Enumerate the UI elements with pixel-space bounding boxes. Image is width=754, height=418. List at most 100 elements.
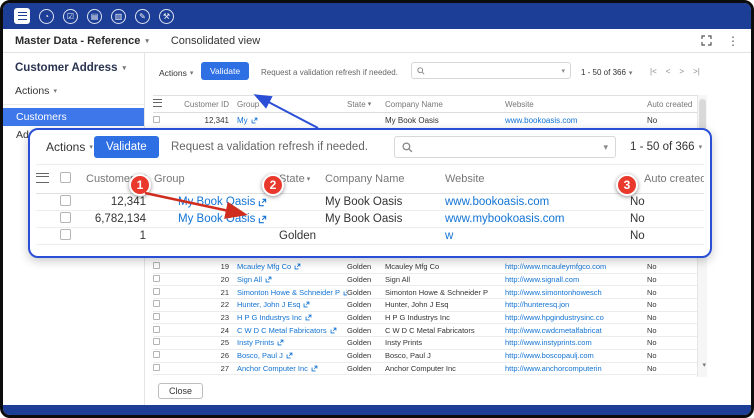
col-website[interactable]: Website <box>445 173 600 185</box>
col-group[interactable]: Group <box>237 100 347 109</box>
tab-consolidated-view[interactable]: Consolidated view <box>171 35 260 47</box>
row-checkbox[interactable] <box>153 262 160 269</box>
tasks-icon[interactable]: ☑ <box>63 9 78 24</box>
external-link-icon[interactable] <box>303 301 310 308</box>
group-link[interactable]: Sign All <box>237 275 262 284</box>
group-link[interactable]: Simonton Howe & Schneider P <box>237 288 340 297</box>
external-link-icon[interactable] <box>311 365 318 372</box>
col-website[interactable]: Website <box>505 100 647 109</box>
group-link[interactable]: H P G Industrys Inc <box>237 313 302 322</box>
sidebar-title[interactable]: Customer Address ▾ <box>3 53 144 74</box>
external-link-icon[interactable] <box>258 198 267 207</box>
table-row[interactable]: 19Mcauley Mfg CoGoldenMcauley Mfg Cohttp… <box>153 261 698 274</box>
row-checkbox[interactable] <box>153 364 160 371</box>
external-link-icon[interactable] <box>305 314 312 321</box>
pager-first-button[interactable]: |< <box>650 67 657 76</box>
external-link-icon[interactable] <box>286 352 293 359</box>
clock-icon[interactable]: ◔ <box>39 9 54 24</box>
row-checkbox[interactable] <box>153 313 160 320</box>
col-state[interactable]: State▾ <box>347 100 385 109</box>
table-row[interactable]: 26Bosco, Paul JGoldenBosco, Paul Jhttp:/… <box>153 350 698 363</box>
select-all-checkbox[interactable] <box>60 172 71 183</box>
group-link[interactable]: My <box>237 116 248 125</box>
group-link[interactable]: Anchor Computer Inc <box>237 364 308 373</box>
external-link-icon[interactable] <box>265 276 272 283</box>
search-input[interactable] <box>419 141 597 153</box>
table-row[interactable]: 24C W D C Metal FabricatorsGoldenC W D C… <box>153 324 698 337</box>
table-row[interactable]: 12,341My Book OasisMy Book Oasiswww.book… <box>36 194 704 211</box>
website-link[interactable]: http://www.anchorcomputerin <box>505 364 602 373</box>
row-checkbox[interactable] <box>153 300 160 307</box>
col-state[interactable]: State▾ <box>279 173 325 185</box>
column-settings-icon[interactable] <box>36 173 49 183</box>
pager-last-button[interactable]: >| <box>693 67 700 76</box>
pen-icon[interactable]: ✎ <box>135 9 150 24</box>
website-link[interactable]: www.mybookoasis.com <box>445 213 565 225</box>
website-link[interactable]: http://www.mcauleymfgco.com <box>505 262 606 271</box>
col-company-name[interactable]: Company Name <box>325 173 445 185</box>
website-link[interactable]: www.bookoasis.com <box>505 116 577 125</box>
website-link[interactable]: http://www.simontonhowesch <box>505 288 602 297</box>
website-link[interactable]: www.bookoasis.com <box>445 196 549 208</box>
library-icon[interactable]: ▥ <box>111 9 126 24</box>
search-options-chevron-icon[interactable]: ▾ <box>603 142 608 153</box>
row-checkbox[interactable] <box>153 351 160 358</box>
website-link[interactable]: http://www.instyprints.com <box>505 338 592 347</box>
row-checkbox[interactable] <box>153 338 160 345</box>
search-options-chevron-icon[interactable]: ▾ <box>561 67 565 75</box>
group-link[interactable]: Hunter, John J Esq <box>237 300 300 309</box>
table-row[interactable]: 25Insty PrintsGoldenInsty Printshttp://w… <box>153 337 698 350</box>
scroll-down-icon[interactable]: ▾ <box>702 361 706 369</box>
group-link[interactable]: Mcauley Mfg Co <box>237 262 291 271</box>
col-auto-created[interactable]: Auto created <box>647 100 698 109</box>
external-link-icon[interactable] <box>251 117 258 124</box>
table-row[interactable]: 6,782,134My Book OasisMy Book Oasiswww.m… <box>36 211 704 228</box>
pagination-range[interactable]: 1 - 50 of 366 ▾ <box>630 141 702 153</box>
website-link[interactable]: http://www.signall.com <box>505 275 579 284</box>
table-row[interactable]: 12,341MyMy Book Oasiswww.bookoasis.comNo <box>153 113 698 129</box>
website-link[interactable]: http://www.boscopaulj.com <box>505 351 594 360</box>
document-icon[interactable]: ▤ <box>87 9 102 24</box>
kebab-menu-icon[interactable]: ⋮ <box>727 35 739 47</box>
website-link[interactable]: http://www.cwdcmetalfabricat <box>505 326 602 335</box>
group-link[interactable]: My Book Oasis <box>178 213 255 225</box>
external-link-icon[interactable] <box>330 327 337 334</box>
pager-prev-button[interactable]: < <box>666 67 671 76</box>
row-checkbox[interactable] <box>60 212 71 223</box>
table-row[interactable]: 22Hunter, John J EsqGoldenHunter, John J… <box>153 299 698 312</box>
table-row[interactable]: 20Sign AllGoldenSign Allhttp://www.signa… <box>153 274 698 287</box>
col-customer-id[interactable]: Customer ID <box>173 100 237 109</box>
row-checkbox[interactable] <box>153 275 160 282</box>
validate-button[interactable]: Validate <box>201 62 249 80</box>
validate-button[interactable]: Validate <box>94 136 159 158</box>
table-row[interactable]: 21Simonton Howe & Schneider PGoldenSimon… <box>153 286 698 299</box>
sidebar-actions-menu[interactable]: Actions ▾ <box>3 74 144 103</box>
tools-icon[interactable]: ⚒ <box>159 9 174 24</box>
main-menu-icon[interactable] <box>14 8 30 24</box>
group-link[interactable]: Insty Prints <box>237 338 274 347</box>
table-row[interactable]: 23H P G Industrys IncGoldenH P G Industr… <box>153 312 698 325</box>
external-link-icon[interactable] <box>258 215 267 224</box>
website-link[interactable]: http://hunteresq.jon <box>505 300 569 309</box>
col-group[interactable]: Group <box>154 173 279 185</box>
fullscreen-icon[interactable] <box>701 35 712 46</box>
col-company-name[interactable]: Company Name <box>385 100 505 109</box>
row-checkbox[interactable] <box>153 288 160 295</box>
group-link[interactable]: C W D C Metal Fabricators <box>237 326 327 335</box>
external-link-icon[interactable] <box>277 339 284 346</box>
website-link[interactable]: http://www.hpgindustrysinc.co <box>505 313 604 322</box>
grid-actions-menu[interactable]: Actions ▾ <box>46 140 93 154</box>
table-row[interactable]: 1GoldenwNo <box>36 228 704 245</box>
search-input[interactable] <box>429 66 557 75</box>
pager-next-button[interactable]: > <box>679 67 684 76</box>
row-checkbox[interactable] <box>60 195 71 206</box>
website-link[interactable]: w <box>445 230 453 242</box>
group-link[interactable]: My Book Oasis <box>178 196 255 208</box>
workspace-selector[interactable]: Master Data - Reference ▾ <box>15 35 149 47</box>
sidebar-item-customers[interactable]: Customers <box>3 108 144 126</box>
close-button[interactable]: Close <box>158 383 203 399</box>
column-settings-icon[interactable] <box>153 99 162 107</box>
pagination-range[interactable]: 1 - 50 of 366 ▾ <box>581 68 632 77</box>
row-checkbox[interactable] <box>60 229 71 240</box>
table-row[interactable]: 27Anchor Computer IncGoldenAnchor Comput… <box>153 363 698 376</box>
